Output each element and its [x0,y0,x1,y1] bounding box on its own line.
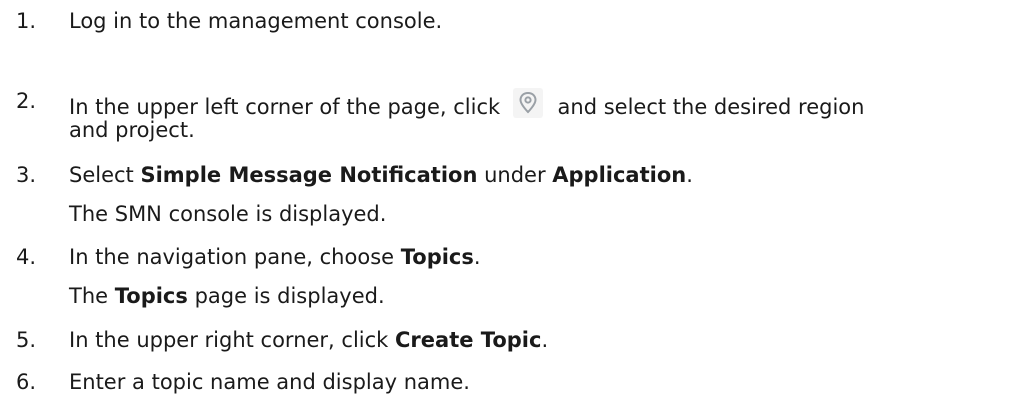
step-result-post: page is displayed. [187,284,385,308]
step-number: 3. [16,163,37,187]
page-name: Topics [114,284,188,308]
step-result: The Topics page is displayed. [69,283,385,309]
step-text-mid: under [477,163,553,187]
step-text: In the navigation pane, choose Topics. [69,244,481,270]
step-text-post: . [541,328,549,352]
step-text: Select Simple Message Notification under… [69,162,693,188]
step-text: In the upper left corner of the page, cl… [69,88,864,120]
procedure-steps: 1. Log in to the management console. 2. … [0,0,1031,419]
step-number: 4. [16,245,37,269]
step-result-pre: The [69,284,115,308]
step-number: 1. [16,9,37,33]
step-text-pre: In the upper right corner, click [69,328,396,352]
category-name: Application [552,163,687,187]
step-text: In the upper right corner, click Create … [69,327,548,353]
step-text-before: In the upper left corner of the page, cl… [69,95,507,119]
step-text-after: and select the desired region [550,95,865,119]
step-text: Log in to the management console. [69,9,443,33]
step-number: 2. [16,89,37,113]
step-text-post: . [686,163,693,187]
step-text-continuation: and project. [69,118,195,142]
location-pin-icon [512,88,543,118]
step-text: Enter a topic name and display name. [69,370,470,394]
step-text-post: . [473,245,481,269]
step-result: The SMN console is displayed. [69,202,387,226]
step-text-pre: Select [69,163,141,187]
menu-item-name: Topics [400,245,474,269]
service-name: Simple Message Notification [140,163,478,187]
button-name: Create Topic [395,328,542,352]
step-number: 5. [16,328,37,352]
step-number: 6. [16,370,37,394]
step-text-pre: In the navigation pane, choose [69,245,401,269]
